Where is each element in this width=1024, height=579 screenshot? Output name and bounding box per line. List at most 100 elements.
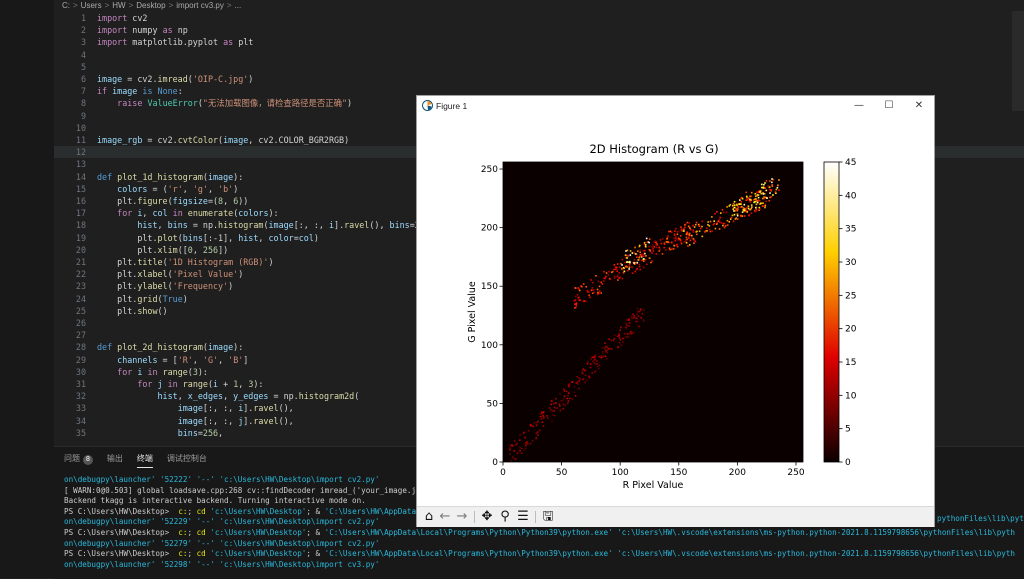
code-line[interactable]: 3 import matplotlib.pyplot as plt <box>54 36 1024 48</box>
heatmap-cell <box>690 234 693 237</box>
figure-titlebar[interactable]: Figure 1 — ☐ ✕ <box>417 96 934 116</box>
heatmap-cell <box>753 201 755 204</box>
code-text[interactable]: plt.grid(True) <box>97 293 188 305</box>
heatmap-cell <box>598 290 601 293</box>
breadcrumb-item[interactable]: HW <box>112 1 125 10</box>
heatmap-cell <box>590 289 593 292</box>
figure-window[interactable]: Figure 1 — ☐ ✕ 2D Histogram (R vs G) 0 50… <box>416 95 935 527</box>
code-text[interactable]: hist, x_edges, y_edges = np.histogram2d( <box>97 390 360 402</box>
breadcrumb-item[interactable]: Users <box>81 1 102 10</box>
code-text[interactable]: if image is None: <box>97 85 183 97</box>
minimap[interactable] <box>1012 11 1024 111</box>
breadcrumb-item[interactable]: ... <box>235 1 242 10</box>
panel-tab[interactable]: 问题 8 <box>64 451 93 467</box>
code-text[interactable]: hist, bins = np.histogram(image[:, :, i]… <box>97 219 419 231</box>
code-text[interactable]: for i in range(3): <box>97 366 208 378</box>
code-text[interactable]: import numpy as np <box>97 24 188 36</box>
code-text[interactable]: image[:, :, j].ravel(), <box>97 415 294 427</box>
heatmap-cell <box>731 204 734 207</box>
heatmap-cell <box>643 249 646 252</box>
minimize-button[interactable]: — <box>844 96 874 116</box>
panel-tab[interactable]: 调试控制台 <box>167 451 207 467</box>
back-icon[interactable]: ← <box>437 509 453 525</box>
close-button[interactable]: ✕ <box>904 96 934 116</box>
forward-icon[interactable]: → <box>454 509 470 525</box>
code-text[interactable]: image[:, :, i].ravel(), <box>97 402 294 414</box>
heatmap-cell <box>760 183 763 186</box>
heatmap-cell <box>524 436 526 439</box>
heatmap-cell <box>639 249 642 251</box>
heatmap-cell <box>668 247 671 250</box>
breadcrumb-item[interactable]: C: <box>62 1 70 10</box>
breadcrumb-separator: > <box>168 1 174 10</box>
code-line[interactable]: 5 <box>54 61 1024 73</box>
heatmap-cell <box>579 378 581 381</box>
heatmap-cell <box>652 248 654 250</box>
heatmap-cell <box>563 395 566 398</box>
maximize-button[interactable]: ☐ <box>874 96 904 116</box>
code-text[interactable]: channels = ['R', 'G', 'B'] <box>97 354 248 366</box>
chart-title: 2D Histogram (R vs G) <box>589 142 718 156</box>
code-line[interactable]: 2 import numpy as np <box>54 24 1024 36</box>
heatmap-cell <box>541 411 543 414</box>
breadcrumb[interactable]: C: > Users > HW > Desktop > import cv3.py >... <box>54 0 1024 11</box>
heatmap-cell <box>731 214 734 217</box>
code-text[interactable]: for i, col in enumerate(colors): <box>97 207 278 219</box>
code-text[interactable]: plt.ylabel('Frequency') <box>97 280 233 292</box>
heatmap-cell <box>684 226 686 229</box>
code-text[interactable]: for j in range(i + 1, 3): <box>97 378 263 390</box>
heatmap-cell <box>522 432 525 434</box>
pan-icon[interactable]: ✥ <box>479 509 495 525</box>
code-text[interactable]: raise ValueError("无法加载图像，请检查路径是否正确") <box>97 97 352 109</box>
save-icon[interactable]: 🖫 <box>540 509 556 525</box>
code-text[interactable]: image_rgb = cv2.cvtColor(image, cv2.COLO… <box>97 134 349 146</box>
heatmap-cell <box>748 214 750 217</box>
plot-canvas[interactable]: 2D Histogram (R vs G) 0 50 100 150 200 250 05… <box>417 116 934 506</box>
breadcrumb-item[interactable]: Desktop <box>136 1 165 10</box>
heatmap-cell <box>527 429 530 432</box>
x-tick-label: 200 <box>729 468 746 478</box>
breadcrumb-item[interactable]: import cv3.py <box>176 1 224 10</box>
zoom-icon[interactable]: ⚲ <box>497 509 513 525</box>
heatmap-cell <box>771 185 774 188</box>
panel-tab[interactable]: 终端 <box>136 451 153 468</box>
heatmap-cell <box>661 237 664 240</box>
line-number: 2 <box>80 25 86 36</box>
heatmap-cell <box>636 313 639 315</box>
code-text[interactable]: def plot_1d_histogram(image): <box>97 171 243 183</box>
heatmap-cell <box>636 255 638 258</box>
code-text[interactable]: image = cv2.imread('OIP-C.jpg') <box>97 73 253 85</box>
heatmap-cell <box>680 241 682 244</box>
heatmap-cell <box>540 413 543 415</box>
heatmap-cell <box>567 402 569 404</box>
code-text[interactable]: colors = ('r', 'g', 'b') <box>97 183 238 195</box>
heatmap-cell <box>602 350 604 353</box>
code-text[interactable]: def plot_2d_histogram(image): <box>97 341 243 353</box>
code-text[interactable]: plt.plot(bins[:-1], hist, color=col) <box>97 232 319 244</box>
code-text[interactable]: import cv2 <box>97 12 147 24</box>
heatmap-cell <box>741 211 744 213</box>
code-line[interactable]: 4 <box>54 49 1024 61</box>
histogram-chart[interactable]: 2D Histogram (R vs G) 0 50 100 150 200 250 05… <box>417 116 934 506</box>
code-text[interactable]: import matplotlib.pyplot as plt <box>97 36 253 48</box>
heatmap-cell <box>533 422 536 424</box>
panel-tab[interactable]: 输出 <box>107 451 123 467</box>
heatmap-cell <box>676 245 679 248</box>
heatmap-cell <box>733 206 736 209</box>
code-text[interactable]: plt.xlim([0, 256]) <box>97 244 228 256</box>
code-text[interactable]: plt.title('1D Histogram (RGB)') <box>97 256 273 268</box>
code-line[interactable]: 6 image = cv2.imread('OIP-C.jpg') <box>54 73 1024 85</box>
heatmap-cell <box>701 235 704 238</box>
code-text[interactable]: plt.xlabel('Pixel Value') <box>97 268 243 280</box>
heatmap-cell <box>599 292 601 295</box>
home-icon[interactable]: ⌂ <box>421 509 437 525</box>
heatmap-cell <box>665 249 667 251</box>
heatmap-cell <box>743 215 746 217</box>
heatmap-cell <box>628 322 631 324</box>
code-text[interactable]: bins=256, <box>97 427 223 439</box>
configure-icon[interactable]: ☰ <box>515 509 531 525</box>
code-text[interactable]: plt.figure(figsize=(8, 6)) <box>97 195 248 207</box>
heatmap-cell <box>679 234 682 237</box>
code-line[interactable]: 1 import cv2 <box>54 12 1024 24</box>
code-text[interactable]: plt.show() <box>97 305 167 317</box>
